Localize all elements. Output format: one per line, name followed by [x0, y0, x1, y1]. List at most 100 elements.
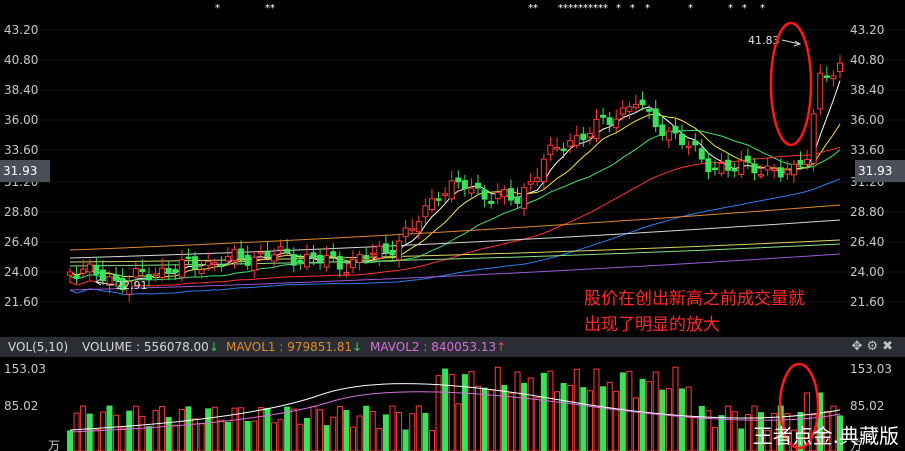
- volume-bar: [547, 370, 554, 451]
- mavol1-arrow: ↓: [352, 340, 363, 354]
- candle-body: [494, 191, 501, 200]
- candle-body: [837, 62, 843, 73]
- volume-bar: [389, 405, 396, 451]
- candle-body: [369, 252, 376, 256]
- volume-bar: [218, 419, 225, 451]
- volume-bar: [652, 371, 659, 451]
- volume-bar: [349, 426, 356, 451]
- marker: **********: [558, 3, 608, 14]
- marker: **: [528, 3, 538, 14]
- candle-body: [271, 254, 278, 262]
- candle-body: [349, 258, 356, 269]
- candle-body: [323, 255, 330, 268]
- price-tick: 40.80: [4, 53, 38, 67]
- indicator-title[interactable]: VOL(5,10): [8, 337, 68, 357]
- candle-body: [382, 243, 389, 253]
- volume-bar: [646, 381, 653, 451]
- volume-bar: [659, 389, 666, 451]
- candle-body: [711, 167, 718, 171]
- volume-bar: [475, 385, 482, 451]
- volume-bar: [363, 405, 370, 451]
- candle-body: [758, 174, 765, 177]
- candle-body: [626, 106, 633, 112]
- volume-bar: [468, 371, 475, 451]
- volume-indicator-bar: VOL(5,10) VOLUME : 556078.00↓ MAVOL1 : 9…: [0, 337, 905, 357]
- candle-body: [415, 221, 422, 233]
- candle-body: [231, 249, 238, 262]
- volume-bar: [369, 410, 376, 451]
- volume-bar: [455, 403, 462, 451]
- volume-bar: [593, 368, 600, 451]
- marker: *: [688, 3, 693, 14]
- volume-bar: [619, 372, 626, 451]
- candle-body: [790, 163, 797, 176]
- price-tick: 40.80: [850, 53, 884, 67]
- candle-body: [448, 180, 455, 200]
- volume-bar: [323, 425, 330, 451]
- candle-body: [705, 158, 712, 173]
- candle-body: [764, 165, 771, 171]
- volume-bar: [277, 419, 284, 451]
- settings-icon[interactable]: ⚙: [866, 339, 882, 354]
- volume-bar: [113, 414, 120, 451]
- candle-body: [442, 193, 449, 196]
- candle-body: [402, 227, 409, 238]
- volume-bar: [257, 407, 264, 451]
- candle-body: [356, 254, 363, 263]
- candle-body: [830, 75, 837, 80]
- volume-bar: [402, 429, 409, 451]
- volume-bar: [718, 415, 725, 451]
- volume-bar: [152, 409, 159, 451]
- volume-bar: [330, 416, 337, 451]
- volume-bar: [376, 428, 383, 451]
- volume-bar: [501, 385, 508, 451]
- price-tick: 38.40: [850, 83, 884, 97]
- candle-body: [619, 107, 626, 115]
- volume-bar: [396, 411, 403, 451]
- volume-bar: [580, 387, 587, 451]
- candle-body: [514, 196, 521, 204]
- candle-body: [586, 133, 593, 138]
- candlesticks: [67, 55, 843, 302]
- candle-body: [336, 255, 343, 270]
- candle-body: [198, 269, 205, 274]
- close-icon[interactable]: ✖: [882, 339, 897, 354]
- volume-bar: [725, 405, 732, 451]
- moving-average-lines: [69, 80, 841, 296]
- candle-body: [692, 140, 699, 146]
- candle-body: [435, 198, 442, 201]
- candle-body: [396, 240, 403, 261]
- candle-body: [343, 272, 350, 275]
- candle-body: [257, 251, 264, 255]
- candle-body: [744, 155, 751, 163]
- volume-bar: [488, 389, 495, 451]
- volume-bars: [67, 366, 843, 451]
- volume-bar: [211, 406, 218, 451]
- volume-bar: [540, 372, 547, 451]
- candle-body: [99, 269, 106, 282]
- candle-body: [751, 163, 758, 174]
- candle-body: [211, 262, 218, 265]
- candle-body: [554, 147, 561, 150]
- candle-body: [172, 269, 179, 273]
- marker: *: [616, 3, 621, 14]
- price-tick: 33.60: [4, 143, 38, 157]
- candle-body: [784, 169, 791, 175]
- candle-body: [330, 251, 337, 257]
- mavol1-value: MAVOL1 : 979851.81↓: [226, 337, 362, 357]
- volume-arrow: ↓: [208, 340, 219, 354]
- volume-bar: [507, 392, 514, 451]
- candle-body: [665, 130, 672, 141]
- volume-tick: 85.02: [4, 399, 38, 413]
- volume-bar: [573, 368, 580, 451]
- volume-tick: 85.02: [850, 399, 884, 413]
- volume-tick: 153.03: [4, 362, 46, 376]
- candle-body: [600, 114, 607, 118]
- marker: *: [215, 3, 220, 14]
- volume-bar: [679, 388, 686, 451]
- candle-body: [205, 261, 212, 266]
- move-icon[interactable]: ✥: [852, 339, 867, 354]
- volume-text: VOLUME : 556078.00: [82, 340, 209, 354]
- candle-body: [277, 246, 284, 251]
- candle-body: [264, 251, 271, 258]
